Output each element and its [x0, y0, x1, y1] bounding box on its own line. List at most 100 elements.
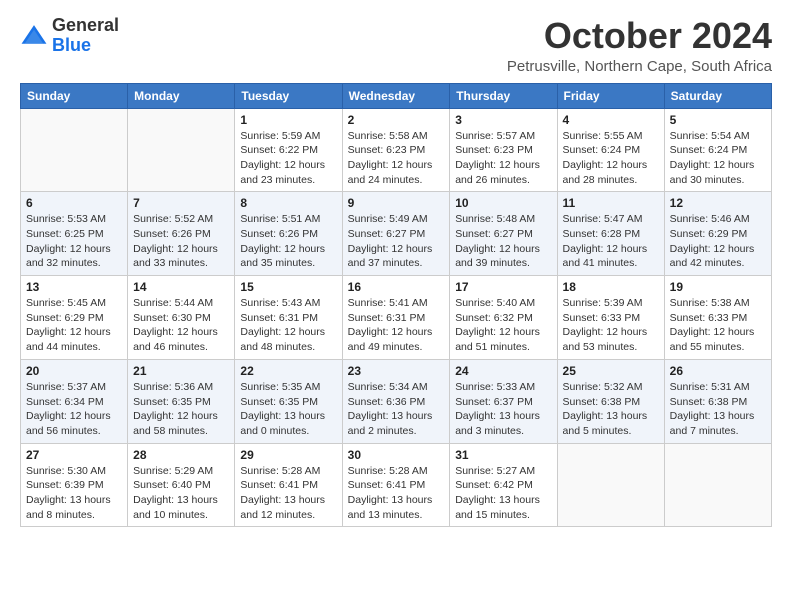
day-number: 19 — [670, 280, 766, 294]
month-title: October 2024 — [507, 16, 772, 56]
calendar-cell: 5 Sunrise: 5:54 AM Sunset: 6:24 PM Daylig… — [664, 108, 771, 192]
day-info: Sunrise: 5:36 AM Sunset: 6:35 PM Dayligh… — [133, 380, 229, 439]
calendar-cell: 14 Sunrise: 5:44 AM Sunset: 6:30 PM Dayli… — [128, 276, 235, 360]
day-number: 1 — [240, 113, 336, 127]
day-info: Sunrise: 5:55 AM Sunset: 6:24 PM Dayligh… — [563, 129, 659, 188]
day-info: Sunrise: 5:30 AM Sunset: 6:39 PM Dayligh… — [26, 464, 122, 523]
calendar-cell: 17Sunrise: 5:40 AM Sunset: 6:32 PM Dayli… — [450, 276, 557, 360]
day-number: 30 — [348, 448, 445, 462]
day-info: Sunrise: 5:46 AM Sunset: 6:29 PM Dayligh… — [670, 212, 766, 271]
day-info: Sunrise: 5:58 AM Sunset: 6:23 PM Dayligh… — [348, 129, 445, 188]
day-number: 5 — [670, 113, 766, 127]
day-info: Sunrise: 5:52 AM Sunset: 6:26 PM Dayligh… — [133, 212, 229, 271]
calendar-cell: 13Sunrise: 5:45 AM Sunset: 6:29 PM Dayli… — [21, 276, 128, 360]
calendar-cell: 9 Sunrise: 5:49 AM Sunset: 6:27 PM Daylig… — [342, 192, 450, 276]
calendar-cell: 10 Sunrise: 5:48 AM Sunset: 6:27 PM Dayli… — [450, 192, 557, 276]
day-number: 10 — [455, 196, 551, 210]
header-cell-wednesday: Wednesday — [342, 83, 450, 108]
header-row: SundayMondayTuesdayWednesdayThursdayFrid… — [21, 83, 772, 108]
calendar-table: SundayMondayTuesdayWednesdayThursdayFrid… — [20, 83, 772, 528]
calendar-cell: 31 Sunrise: 5:27 AM Sunset: 6:42 PM Dayli… — [450, 443, 557, 527]
calendar-cell: 22 Sunrise: 5:35 AM Sunset: 6:35 PM Dayli… — [235, 359, 342, 443]
day-info: Sunrise: 5:27 AM Sunset: 6:42 PM Dayligh… — [455, 464, 551, 523]
calendar-cell: 12 Sunrise: 5:46 AM Sunset: 6:29 PM Dayli… — [664, 192, 771, 276]
calendar-cell: 25Sunrise: 5:32 AM Sunset: 6:38 PM Dayli… — [557, 359, 664, 443]
day-info: Sunrise: 5:35 AM Sunset: 6:35 PM Dayligh… — [240, 380, 336, 439]
day-info: Sunrise: 5:28 AM Sunset: 6:41 PM Dayligh… — [240, 464, 336, 523]
logo-text: General Blue — [52, 16, 119, 56]
day-number: 11 — [563, 196, 659, 210]
calendar-cell: 15Sunrise: 5:43 AM Sunset: 6:31 PM Dayli… — [235, 276, 342, 360]
day-number: 9 — [348, 196, 445, 210]
day-number: 22 — [240, 364, 336, 378]
week-row-4: 20Sunrise: 5:37 AM Sunset: 6:34 PM Dayli… — [21, 359, 772, 443]
day-info: Sunrise: 5:53 AM Sunset: 6:25 PM Dayligh… — [26, 212, 122, 271]
calendar-cell: 26 Sunrise: 5:31 AM Sunset: 6:38 PM Dayli… — [664, 359, 771, 443]
day-info: Sunrise: 5:39 AM Sunset: 6:33 PM Dayligh… — [563, 296, 659, 355]
day-info: Sunrise: 5:47 AM Sunset: 6:28 PM Dayligh… — [563, 212, 659, 271]
day-info: Sunrise: 5:44 AM Sunset: 6:30 PM Dayligh… — [133, 296, 229, 355]
calendar-cell: 23Sunrise: 5:34 AM Sunset: 6:36 PM Dayli… — [342, 359, 450, 443]
week-row-2: 6 Sunrise: 5:53 AM Sunset: 6:25 PM Daylig… — [21, 192, 772, 276]
header-cell-tuesday: Tuesday — [235, 83, 342, 108]
calendar-cell: 21 Sunrise: 5:36 AM Sunset: 6:35 PM Dayli… — [128, 359, 235, 443]
day-number: 23 — [348, 364, 445, 378]
week-row-3: 13Sunrise: 5:45 AM Sunset: 6:29 PM Dayli… — [21, 276, 772, 360]
day-number: 28 — [133, 448, 229, 462]
day-info: Sunrise: 5:29 AM Sunset: 6:40 PM Dayligh… — [133, 464, 229, 523]
day-number: 25 — [563, 364, 659, 378]
day-info: Sunrise: 5:38 AM Sunset: 6:33 PM Dayligh… — [670, 296, 766, 355]
day-info: Sunrise: 5:31 AM Sunset: 6:38 PM Dayligh… — [670, 380, 766, 439]
day-number: 2 — [348, 113, 445, 127]
day-info: Sunrise: 5:48 AM Sunset: 6:27 PM Dayligh… — [455, 212, 551, 271]
calendar-cell: 18 Sunrise: 5:39 AM Sunset: 6:33 PM Dayli… — [557, 276, 664, 360]
day-number: 16 — [348, 280, 445, 294]
day-number: 24 — [455, 364, 551, 378]
calendar-cell: 27 Sunrise: 5:30 AM Sunset: 6:39 PM Dayli… — [21, 443, 128, 527]
day-number: 13 — [26, 280, 122, 294]
day-info: Sunrise: 5:40 AM Sunset: 6:32 PM Dayligh… — [455, 296, 551, 355]
day-number: 27 — [26, 448, 122, 462]
logo-general: General — [52, 15, 119, 35]
calendar-cell: 7 Sunrise: 5:52 AM Sunset: 6:26 PM Daylig… — [128, 192, 235, 276]
day-number: 4 — [563, 113, 659, 127]
calendar-cell: 20Sunrise: 5:37 AM Sunset: 6:34 PM Dayli… — [21, 359, 128, 443]
day-number: 18 — [563, 280, 659, 294]
title-block: October 2024 Petrusville, Northern Cape,… — [507, 16, 772, 75]
calendar-cell: 19 Sunrise: 5:38 AM Sunset: 6:33 PM Dayli… — [664, 276, 771, 360]
day-info: Sunrise: 5:57 AM Sunset: 6:23 PM Dayligh… — [455, 129, 551, 188]
day-number: 12 — [670, 196, 766, 210]
day-number: 8 — [240, 196, 336, 210]
day-info: Sunrise: 5:41 AM Sunset: 6:31 PM Dayligh… — [348, 296, 445, 355]
day-info: Sunrise: 5:59 AM Sunset: 6:22 PM Dayligh… — [240, 129, 336, 188]
day-number: 6 — [26, 196, 122, 210]
header-cell-thursday: Thursday — [450, 83, 557, 108]
day-number: 14 — [133, 280, 229, 294]
page-header: General Blue October 2024 Petrusville, N… — [20, 16, 772, 75]
day-number: 15 — [240, 280, 336, 294]
day-number: 26 — [670, 364, 766, 378]
header-cell-saturday: Saturday — [664, 83, 771, 108]
day-info: Sunrise: 5:51 AM Sunset: 6:26 PM Dayligh… — [240, 212, 336, 271]
calendar-cell — [21, 108, 128, 192]
week-row-5: 27 Sunrise: 5:30 AM Sunset: 6:39 PM Dayli… — [21, 443, 772, 527]
day-info: Sunrise: 5:33 AM Sunset: 6:37 PM Dayligh… — [455, 380, 551, 439]
calendar-cell: 29 Sunrise: 5:28 AM Sunset: 6:41 PM Dayli… — [235, 443, 342, 527]
header-cell-sunday: Sunday — [21, 83, 128, 108]
logo: General Blue — [20, 16, 119, 56]
header-cell-monday: Monday — [128, 83, 235, 108]
day-number: 31 — [455, 448, 551, 462]
logo-icon — [20, 22, 48, 50]
day-info: Sunrise: 5:54 AM Sunset: 6:24 PM Dayligh… — [670, 129, 766, 188]
calendar-cell: 16 Sunrise: 5:41 AM Sunset: 6:31 PM Dayli… — [342, 276, 450, 360]
calendar-cell: 28 Sunrise: 5:29 AM Sunset: 6:40 PM Dayli… — [128, 443, 235, 527]
calendar-cell — [557, 443, 664, 527]
day-number: 7 — [133, 196, 229, 210]
location: Petrusville, Northern Cape, South Africa — [507, 58, 772, 75]
day-info: Sunrise: 5:49 AM Sunset: 6:27 PM Dayligh… — [348, 212, 445, 271]
calendar-cell: 4 Sunrise: 5:55 AM Sunset: 6:24 PM Daylig… — [557, 108, 664, 192]
calendar-cell: 2 Sunrise: 5:58 AM Sunset: 6:23 PM Daylig… — [342, 108, 450, 192]
day-number: 29 — [240, 448, 336, 462]
calendar-cell: 6 Sunrise: 5:53 AM Sunset: 6:25 PM Daylig… — [21, 192, 128, 276]
day-number: 21 — [133, 364, 229, 378]
